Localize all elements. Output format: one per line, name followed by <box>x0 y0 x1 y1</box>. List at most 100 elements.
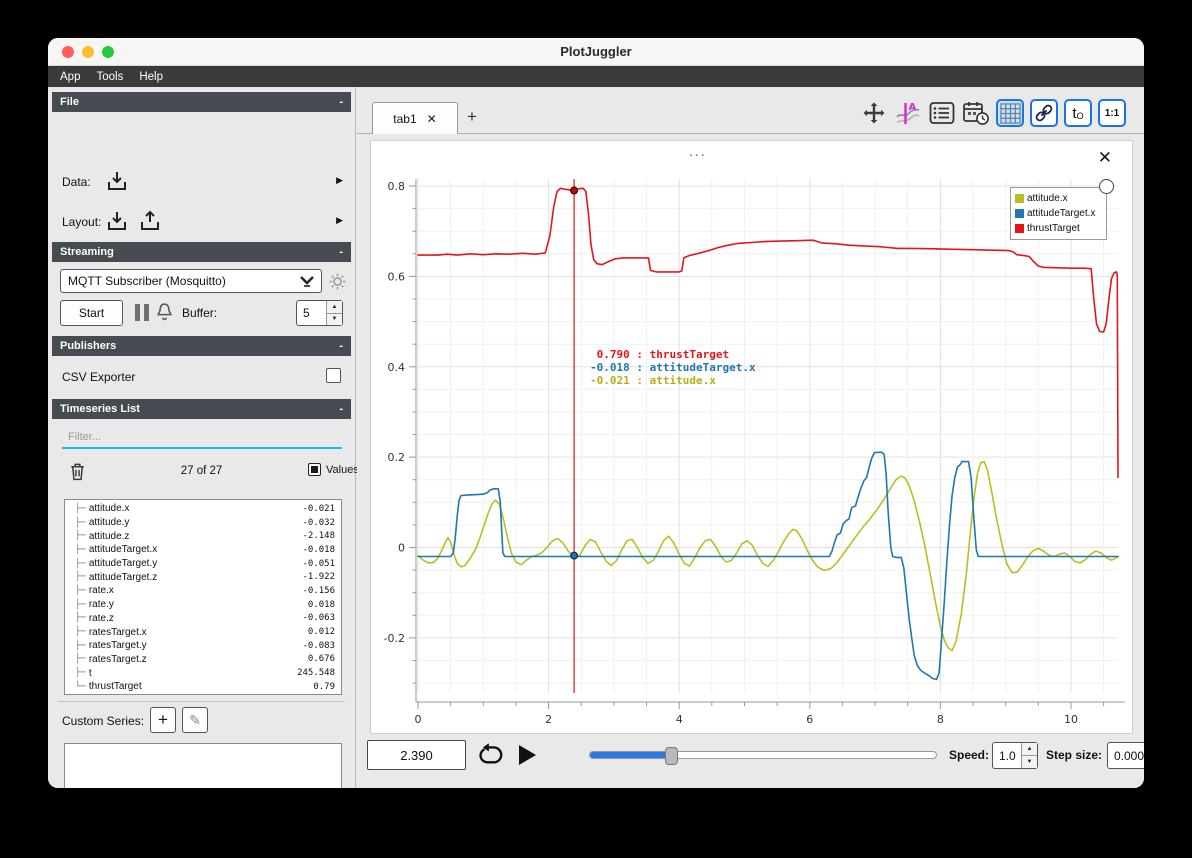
speed-value: 1.0 <box>999 748 1016 763</box>
collapse-icon[interactable]: - <box>339 403 343 415</box>
spin-down-icon[interactable]: ▼ <box>327 313 342 325</box>
streaming-section-header[interactable]: Streaming - <box>52 242 351 262</box>
values-checkbox[interactable] <box>308 463 321 476</box>
streaming-source-value: MQTT Subscriber (Mosquitto) <box>68 274 226 288</box>
timeline-slider[interactable] <box>589 746 937 765</box>
series-value: -0.018 <box>302 544 335 555</box>
collapse-icon[interactable]: - <box>339 246 343 258</box>
zoom-window-button[interactable] <box>102 46 114 58</box>
start-button[interactable]: Start <box>60 300 123 326</box>
step-size-value: 0.000 <box>1114 748 1144 763</box>
timeseries-row[interactable]: ├─ attitude.y -0.032 <box>65 516 341 530</box>
layout-label: Layout: <box>62 215 102 229</box>
loop-icon[interactable] <box>477 742 504 768</box>
timeseries-row[interactable]: ├─ attitude.x -0.021 <box>65 502 341 516</box>
speed-spinner[interactable]: 1.0 ▲ ▼ <box>992 742 1038 769</box>
collapse-icon[interactable]: - <box>339 96 343 108</box>
move-icon[interactable] <box>860 99 888 127</box>
svg-text:6: 6 <box>806 713 813 726</box>
timeseries-row[interactable]: ├─ attitudeTarget.x -0.018 <box>65 543 341 557</box>
legend-handle[interactable] <box>1099 179 1114 194</box>
plot-toolbar: A tO 1:1 <box>860 99 1126 127</box>
svg-text:10: 10 <box>1064 713 1078 726</box>
one-to-one-icon[interactable]: 1:1 <box>1098 99 1126 127</box>
add-tab-button[interactable]: + <box>467 107 477 127</box>
legend-swatch <box>1015 194 1024 203</box>
tree-branch-icon: ├─ <box>75 544 86 555</box>
add-custom-series-button[interactable]: + <box>150 707 176 733</box>
publishers-section-title: Publishers <box>60 340 117 352</box>
slider-thumb[interactable] <box>664 746 678 765</box>
curve-tracker-icon[interactable]: A <box>894 99 922 127</box>
legend-item[interactable]: thrustTarget <box>1015 221 1102 236</box>
custom-series-list[interactable] <box>64 743 342 788</box>
menu-app[interactable]: App <box>60 71 80 83</box>
legend-item[interactable]: attitude.x <box>1015 191 1102 206</box>
spin-up-icon[interactable]: ▲ <box>1022 743 1037 756</box>
streaming-source-select[interactable]: MQTT Subscriber (Mosquitto) <box>60 269 322 293</box>
legend-label: attitude.x <box>1027 193 1068 204</box>
layout-export-icon[interactable] <box>138 209 162 233</box>
plot-panel: ... ✕ -0.2 0 0.2 0.4 0.6 0.8 0 2 4 6 8 10 attitude.… <box>370 140 1133 734</box>
layout-expand-icon[interactable]: ▶ <box>336 215 343 226</box>
timeseries-row[interactable]: ├─ rate.z -0.063 <box>65 612 341 626</box>
plot-legend[interactable]: attitude.x attitudeTarget.x thrustTarget <box>1010 187 1107 240</box>
timeseries-row[interactable]: ├─ t 245.548 <box>65 666 341 680</box>
legend-item[interactable]: attitudeTarget.x <box>1015 206 1102 221</box>
menu-tools[interactable]: Tools <box>96 71 123 83</box>
series-name: attitudeTarget.y <box>88 558 158 570</box>
timeseries-list[interactable]: ├─ attitude.x -0.021 ├─ attitude.y -0.032 ├─ at… <box>64 499 342 695</box>
bell-icon[interactable] <box>154 301 175 323</box>
publishers-section-header[interactable]: Publishers - <box>52 336 351 356</box>
pause-icon[interactable] <box>135 304 149 321</box>
timeseries-row[interactable]: ├─ attitudeTarget.z -1.922 <box>65 570 341 584</box>
series-value: 0.018 <box>307 599 335 610</box>
spin-down-icon[interactable]: ▼ <box>1022 756 1037 768</box>
timeseries-row[interactable]: ├─ attitudeTarget.y -0.051 <box>65 557 341 571</box>
csv-exporter-checkbox[interactable] <box>326 368 341 383</box>
grid-icon[interactable] <box>996 99 1024 127</box>
series-name: rate.y <box>88 599 114 611</box>
time-offset-icon[interactable]: tO <box>1064 99 1092 127</box>
tab-close-icon[interactable]: ✕ <box>427 112 437 126</box>
file-section-header[interactable]: File - <box>52 92 351 112</box>
link-icon[interactable] <box>1030 99 1058 127</box>
tracker-annotation-line: -0.021 : attitude.x <box>590 374 716 387</box>
svg-text:0.2: 0.2 <box>388 451 406 464</box>
tabbar-baseline <box>357 133 1144 134</box>
step-size-spinner[interactable]: 0.000 ▲▼ <box>1107 742 1144 769</box>
timeseries-row[interactable]: └─ thrustTarget 0.79 <box>65 680 341 694</box>
buffer-spinner[interactable]: 5 ▲ ▼ <box>296 300 343 326</box>
timeseries-section-header[interactable]: Timeseries List - <box>52 399 351 419</box>
tab-label: tab1 <box>393 111 417 126</box>
minimize-window-button[interactable] <box>82 46 94 58</box>
play-icon[interactable] <box>516 743 538 767</box>
tree-branch-icon: ├─ <box>75 585 86 596</box>
svg-text:-0.2: -0.2 <box>384 632 405 645</box>
main-area: tab1 ✕ + A t O 1:1 ... ✕ -0.2 0 0.2 0.4 … <box>357 87 1144 788</box>
data-expand-icon[interactable]: ▶ <box>336 175 343 186</box>
timeseries-row[interactable]: ├─ ratesTarget.z 0.676 <box>65 653 341 667</box>
svg-text:8: 8 <box>937 713 944 726</box>
filter-input[interactable] <box>62 427 342 447</box>
timeseries-row[interactable]: ├─ rate.y 0.018 <box>65 598 341 612</box>
edit-custom-series-button[interactable]: ✎ <box>182 707 208 733</box>
list-icon[interactable] <box>928 99 956 127</box>
menu-help[interactable]: Help <box>139 71 163 83</box>
data-import-icon[interactable] <box>105 169 129 193</box>
timeseries-row[interactable]: ├─ ratesTarget.y -0.083 <box>65 639 341 653</box>
legend-swatch <box>1015 209 1024 218</box>
spin-up-icon[interactable]: ▲ <box>327 301 342 314</box>
timeseries-row[interactable]: ├─ rate.x -0.156 <box>65 584 341 598</box>
tree-branch-icon: └─ <box>75 681 86 692</box>
tab-tab1[interactable]: tab1 ✕ <box>372 102 458 134</box>
timeseries-row[interactable]: ├─ attitude.z -2.148 <box>65 529 341 543</box>
timeseries-row[interactable]: ├─ ratesTarget.x 0.012 <box>65 625 341 639</box>
gear-icon[interactable] <box>328 272 347 291</box>
time-display[interactable]: 2.390 <box>367 740 466 770</box>
calendar-clock-icon[interactable] <box>962 99 990 127</box>
tree-branch-icon: ├─ <box>75 613 86 624</box>
layout-import-icon[interactable] <box>105 209 129 233</box>
close-window-button[interactable] <box>62 46 74 58</box>
collapse-icon[interactable]: - <box>339 340 343 352</box>
